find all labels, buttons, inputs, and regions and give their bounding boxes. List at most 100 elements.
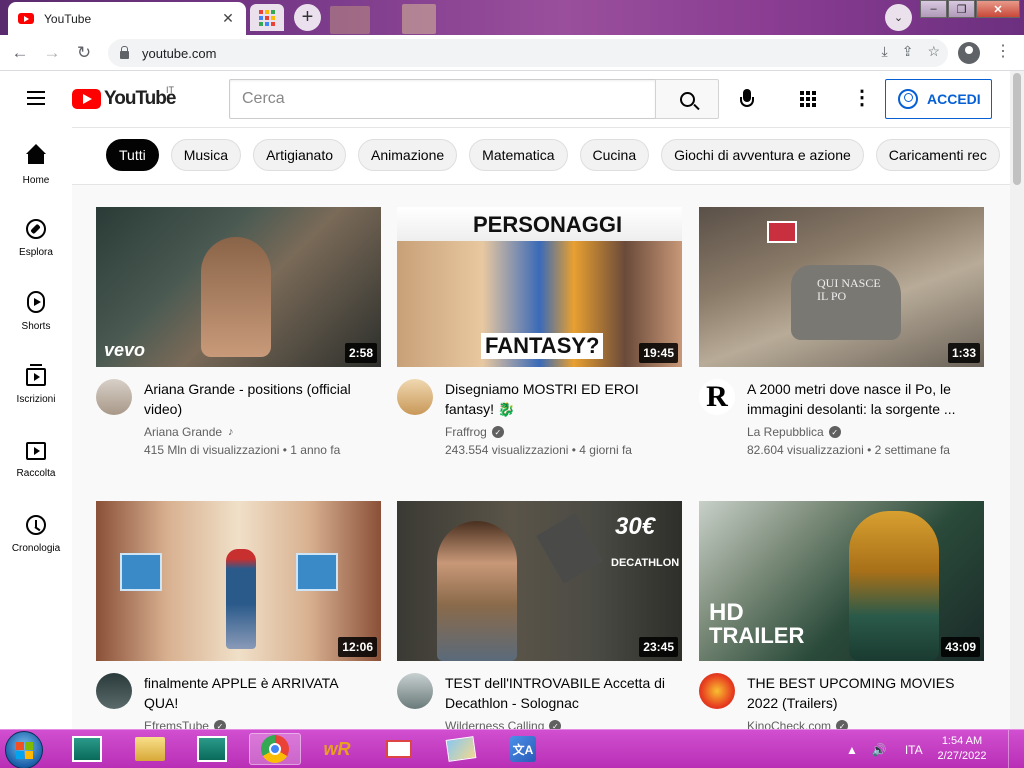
guide-item-explore[interactable]: Esplora [0,201,72,275]
chip-action-adventure[interactable]: Giochi di avventura e azione [661,139,864,171]
show-desktop-button[interactable] [1008,730,1024,768]
chip-all[interactable]: Tutti [106,139,159,171]
bookmark-star-icon[interactable]: ☆ [927,43,940,60]
scrollbar-thumb[interactable] [1013,73,1021,185]
tab-search-button[interactable]: ⌄ [885,4,912,31]
thumbnail-stone-text: QUI NASCE IL PO [817,276,881,303]
channel-name[interactable]: KinoCheck.com ✓ [747,719,849,729]
close-window-button[interactable]: ✕ [976,0,1020,18]
taskbar-app-chrome[interactable] [249,733,301,765]
thumbnail-watermark: vevo [104,340,146,360]
guide-label: Home [22,175,50,186]
chip-crafts[interactable]: Artigianato [253,139,347,171]
taskbar-app-credit-agricole-2[interactable] [195,733,229,765]
input-language[interactable]: ITA [905,743,923,757]
video-card[interactable]: 30€ DECATHLON 23:45 TEST dell'INTROVABIL… [397,501,682,729]
translate-icon: 文A [510,736,536,762]
channel-avatar[interactable] [397,379,433,415]
video-title[interactable]: A 2000 metri dove nasce il Po, le immagi… [747,379,975,419]
minimize-button[interactable]: – [920,0,947,18]
video-thumbnail[interactable]: vevo 2:58 [96,207,381,367]
taskbar-app-translate[interactable]: 文A [506,733,540,765]
video-thumbnail[interactable]: 30€ DECATHLON 23:45 [397,501,682,661]
volume-icon[interactable]: 🔊 [872,743,887,757]
clock-date: 2/27/2022 [937,750,987,762]
tab-youtube[interactable]: YouTube ✕ [8,2,246,35]
start-button[interactable] [5,731,43,768]
video-meta: R A 2000 metri dove nasce il Po, le imma… [699,367,984,477]
taskbar-app-wr[interactable]: wR [320,733,354,765]
channel-avatar[interactable] [699,673,735,709]
chip-math[interactable]: Matematica [469,139,568,171]
new-tab-button[interactable]: + [294,4,321,31]
tab-close-icon[interactable]: ✕ [220,10,236,27]
guide-label: Esplora [19,247,53,258]
back-button[interactable]: ← [4,37,36,69]
page-scrollbar[interactable] [1010,71,1024,729]
chrome-menu-button[interactable]: ⋮ [995,41,1011,61]
video-thumbnail[interactable]: 12:06 [96,501,381,661]
guide-item-shorts[interactable]: Shorts [0,275,72,349]
taskbar-app-mail[interactable] [382,733,416,765]
channel-avatar[interactable]: R [699,379,735,415]
menu-hamburger-icon[interactable] [27,91,45,105]
tab-apps-shortcut[interactable] [250,4,284,31]
clock[interactable]: 1:54 AM 2/27/2022 [930,734,994,764]
channel-name[interactable]: Fraffrog ✓ [445,425,504,439]
guide-item-subscriptions[interactable]: Iscrizioni [0,349,72,423]
profile-avatar-button[interactable] [958,42,980,64]
thumbnail-text-bottom: DECATHLON [611,557,680,569]
video-card[interactable]: QUI NASCE IL PO 1:33 R A 2000 metri dove… [699,207,984,477]
search-box [229,79,656,119]
video-duration: 19:45 [639,343,678,363]
microphone-icon[interactable] [738,89,756,111]
channel-name-text: Ariana Grande [144,425,223,439]
share-icon[interactable]: ⇪ [902,43,914,60]
forward-button[interactable]: → [36,37,68,69]
video-card[interactable]: vevo 2:58 Ariana Grande - positions (off… [96,207,381,477]
youtube-logo[interactable]: YouTube [72,88,176,110]
video-card[interactable]: PERSONAGGI FANTASY? 19:45 Disegniamo MOS… [397,207,682,477]
video-meta: Disegniamo MOSTRI ED EROI fantasy! 🐉 Fra… [397,367,682,477]
video-card[interactable]: HD TRAILER 43:09 THE BEST UPCOMING MOVIE… [699,501,984,729]
history-icon [26,515,46,535]
channel-avatar[interactable] [397,673,433,709]
guide-item-home[interactable]: Home [0,127,72,201]
channel-name[interactable]: La Repubblica ✓ [747,425,841,439]
youtube-apps-icon[interactable] [800,91,816,107]
chip-animation[interactable]: Animazione [358,139,458,171]
video-title[interactable]: Disegniamo MOSTRI ED EROI fantasy! 🐉 [445,379,673,419]
maximize-button[interactable]: ❐ [948,0,975,18]
video-title[interactable]: Ariana Grande - positions (official vide… [144,379,372,419]
lock-icon[interactable] [120,45,129,59]
video-title[interactable]: THE BEST UPCOMING MOVIES 2022 (Trailers) [747,673,975,713]
video-card[interactable]: 12:06 finalmente APPLE è ARRIVATA QUA! E… [96,501,381,729]
guide-item-history[interactable]: Cronologia [0,497,72,571]
search-button[interactable] [655,79,719,119]
reload-button[interactable]: ↻ [68,37,100,69]
video-thumbnail[interactable]: HD TRAILER 43:09 [699,501,984,661]
taskbar-app-explorer[interactable] [133,733,167,765]
chip-cooking[interactable]: Cucina [579,139,650,171]
settings-more-icon[interactable]: ⋮ [852,88,872,108]
address-bar[interactable]: youtube.com ⤓ ⇪ ☆ [108,39,948,67]
taskbar-app-photos[interactable] [444,733,478,765]
video-thumbnail[interactable]: QUI NASCE IL PO 1:33 [699,207,984,367]
signin-button[interactable]: ACCEDI [885,79,992,119]
guide-item-library[interactable]: Raccolta [0,423,72,497]
video-thumbnail[interactable]: PERSONAGGI FANTASY? 19:45 [397,207,682,367]
video-meta: THE BEST UPCOMING MOVIES 2022 (Trailers)… [699,661,984,729]
channel-name[interactable]: EfremsTube ✓ [144,719,226,729]
tray-expand-icon[interactable]: ▲ [846,743,858,757]
chip-music[interactable]: Musica [170,139,242,171]
channel-avatar[interactable] [96,379,132,415]
video-title[interactable]: TEST dell'INTROVABILE Accetta di Decathl… [445,673,673,713]
channel-name[interactable]: Wilderness Calling ✓ [445,719,562,729]
install-app-icon[interactable]: ⤓ [882,43,888,60]
channel-name[interactable]: Ariana Grande ♪ [144,425,234,439]
video-title[interactable]: finalmente APPLE è ARRIVATA QUA! [144,673,372,713]
search-input[interactable] [230,80,655,118]
taskbar-app-credit-agricole[interactable] [70,733,104,765]
chip-recent-uploads[interactable]: Caricamenti rec [875,139,1000,171]
channel-avatar[interactable] [96,673,132,709]
